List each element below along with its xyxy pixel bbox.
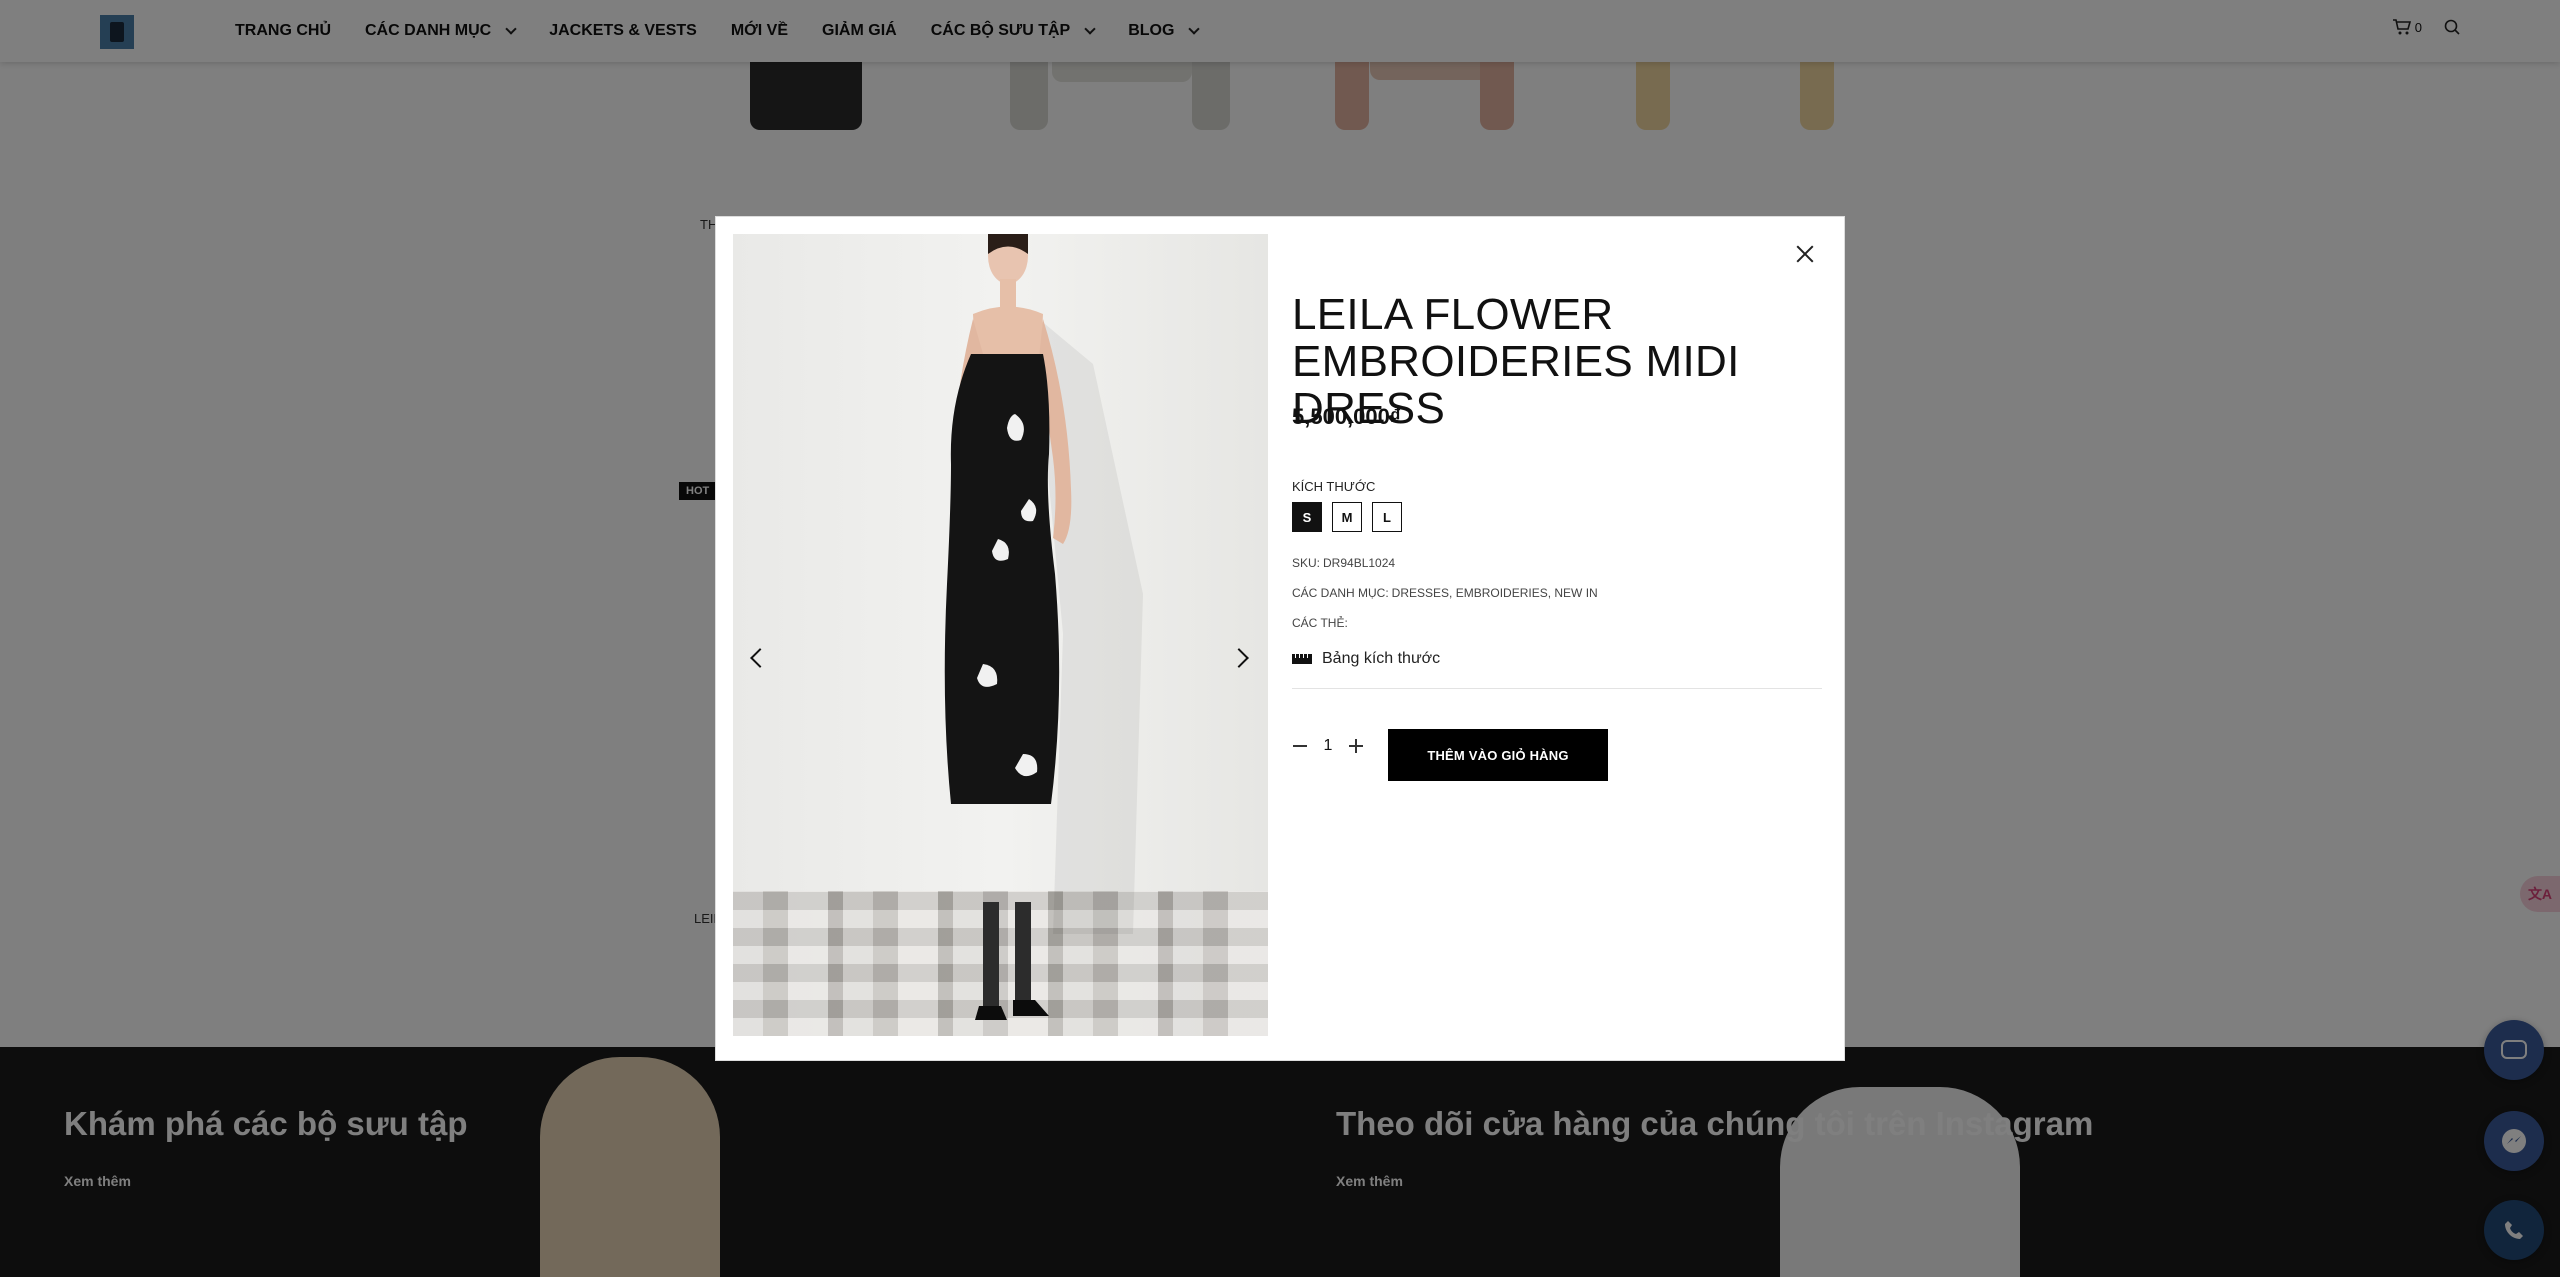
quantity-stepper: 1 [1292, 737, 1364, 755]
gallery-prev-button[interactable] [747, 646, 770, 668]
add-to-cart-button[interactable]: THÊM VÀO GIỎ HÀNG [1388, 729, 1608, 781]
minus-icon[interactable] [1292, 738, 1308, 754]
quick-view-modal: LEILA FLOWER EMBROIDERIES MIDI DRESS 5,5… [715, 216, 1845, 1061]
categories-line: CÁC DANH MỤC: DRESSES, EMBROIDERIES, NEW … [1292, 586, 1598, 600]
quantity-input[interactable]: 1 [1308, 737, 1348, 755]
tags-line: CÁC THẺ: [1292, 616, 1351, 630]
sku-label: SKU: [1292, 556, 1321, 570]
gallery-next-button[interactable] [1229, 646, 1254, 668]
ruler-icon [1292, 654, 1312, 664]
chevron-left-icon [750, 648, 770, 668]
product-price: 5,500,000₫ [1292, 404, 1402, 429]
chevron-right-icon [1229, 648, 1249, 668]
product-image[interactable] [733, 234, 1268, 1036]
tags-label: CÁC THẺ: [1292, 616, 1348, 630]
sku-line: SKU: DR94BL1024 [1292, 556, 1395, 570]
categories-value[interactable]: DRESSES, EMBROIDERIES, NEW IN [1392, 586, 1598, 600]
close-icon[interactable] [1794, 243, 1816, 265]
categories-label: CÁC DANH MỤC: [1292, 586, 1389, 600]
plus-icon[interactable] [1348, 738, 1364, 754]
size-option-m[interactable]: M [1332, 502, 1362, 532]
size-option-l[interactable]: L [1372, 502, 1402, 532]
product-gallery [733, 234, 1268, 1036]
sku-value: DR94BL1024 [1323, 556, 1396, 570]
size-selector: S M L [1292, 502, 1412, 532]
size-guide-link[interactable]: Bảng kích thước [1292, 650, 1440, 668]
divider [1292, 688, 1822, 689]
size-option-s[interactable]: S [1292, 502, 1322, 532]
size-label: KÍCH THƯỚC [1292, 479, 1376, 494]
size-guide-label: Bảng kích thước [1322, 650, 1441, 667]
